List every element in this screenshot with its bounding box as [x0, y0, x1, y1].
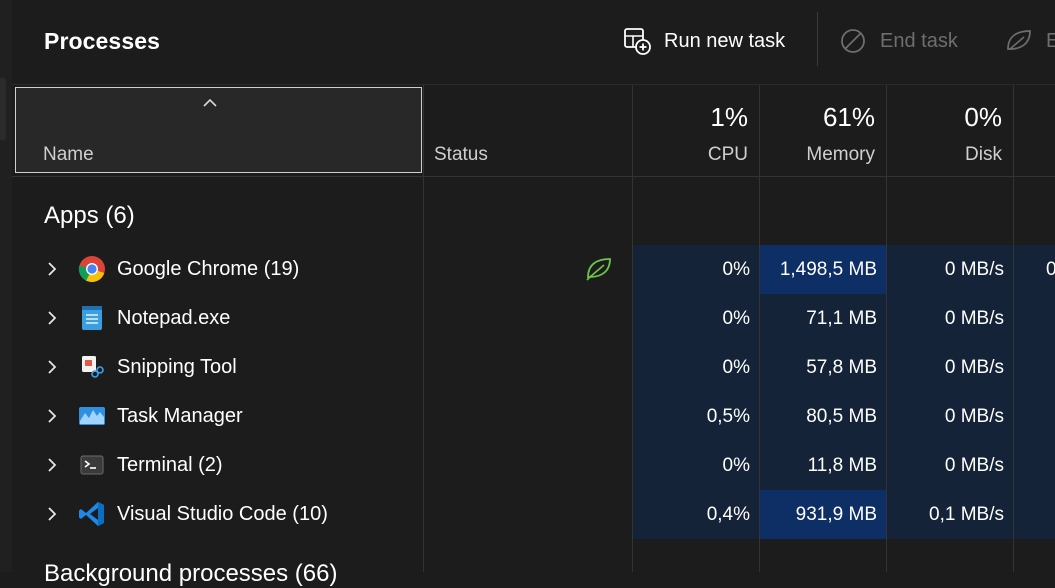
- disk-cell: 0 MB/s: [887, 343, 1014, 392]
- end-task-label: End task: [880, 29, 958, 52]
- nav-rail-indicator: [0, 78, 6, 140]
- column-header-name[interactable]: Name: [15, 87, 422, 173]
- memory-cell: 71,1 MB: [760, 294, 887, 343]
- efficiency-mode-label: E: [1046, 29, 1055, 52]
- run-new-task-label: Run new task: [664, 29, 786, 52]
- network-cell: [1014, 392, 1055, 441]
- expand-chevron-icon[interactable]: [46, 310, 58, 331]
- snipping-tool-icon: [78, 353, 106, 381]
- toolbar-separator: [817, 12, 818, 66]
- column-divider: [759, 85, 760, 572]
- run-new-task-icon: [622, 26, 652, 56]
- memory-cell: 1,498,5 MB: [760, 245, 887, 294]
- column-header-status[interactable]: Status: [434, 144, 488, 166]
- column-header-disk[interactable]: Disk: [887, 144, 1002, 166]
- expand-chevron-icon[interactable]: [46, 261, 58, 282]
- column-divider: [632, 85, 633, 572]
- process-name: Terminal (2): [117, 454, 223, 476]
- memory-total-value: 61%: [822, 102, 875, 132]
- column-header-memory[interactable]: Memory: [760, 144, 875, 166]
- column-header-name-label: Name: [43, 144, 94, 165]
- memory-cell: 80,5 MB: [760, 392, 887, 441]
- network-cell: [1014, 343, 1055, 392]
- end-task-icon: [838, 26, 868, 56]
- process-row[interactable]: Notepad.exe 0% 71,1 MB 0 MB/s: [12, 294, 1055, 343]
- disk-total-value: 0%: [964, 102, 1002, 132]
- column-header-cpu[interactable]: CPU: [633, 144, 748, 166]
- run-new-task-button[interactable]: Run new task: [622, 22, 785, 60]
- network-cell: [1014, 294, 1055, 343]
- memory-cell: 11,8 MB: [760, 441, 887, 490]
- cpu-total-value: 1%: [710, 102, 748, 132]
- nav-rail: [0, 0, 12, 572]
- task-manager-icon: [78, 402, 106, 430]
- disk-cell: 0,1 MB/s: [887, 490, 1014, 539]
- chrome-icon: [78, 255, 106, 283]
- end-task-button[interactable]: End task: [838, 22, 958, 60]
- disk-cell: 0 MB/s: [887, 245, 1014, 294]
- column-divider: [886, 85, 887, 572]
- process-name: Task Manager: [117, 405, 243, 427]
- process-name: Visual Studio Code (10): [117, 503, 328, 525]
- command-bar: Processes Run new task End task E: [12, 0, 1055, 85]
- process-row[interactable]: Google Chrome (19) 0% 1,498,5 MB 0 MB/s 0: [12, 245, 1055, 294]
- efficiency-leaf-icon: [584, 255, 614, 288]
- sort-ascending-icon: [202, 96, 218, 114]
- disk-cell: 0 MB/s: [887, 392, 1014, 441]
- disk-cell: 0 MB/s: [887, 441, 1014, 490]
- process-row[interactable]: Snipping Tool 0% 57,8 MB 0 MB/s: [12, 343, 1055, 392]
- efficiency-leaf-icon: [1004, 26, 1034, 56]
- efficiency-mode-button[interactable]: E: [1004, 22, 1055, 60]
- expand-chevron-icon[interactable]: [46, 457, 58, 478]
- cpu-cell: 0,5%: [633, 392, 760, 441]
- network-cell: 0: [1014, 245, 1055, 294]
- terminal-icon: [78, 451, 106, 479]
- process-row[interactable]: Visual Studio Code (10) 0,4% 931,9 MB 0,1 M…: [12, 490, 1055, 539]
- process-row[interactable]: Task Manager 0,5% 80,5 MB 0 MB/s: [12, 392, 1055, 441]
- disk-cell: 0 MB/s: [887, 294, 1014, 343]
- memory-cell: 931,9 MB: [760, 490, 887, 539]
- notepad-icon: [78, 304, 106, 332]
- group-title-apps: Apps (6): [44, 202, 135, 229]
- process-row[interactable]: Terminal (2) 0% 11,8 MB 0 MB/s: [12, 441, 1055, 490]
- expand-chevron-icon[interactable]: [46, 408, 58, 429]
- network-cell: [1014, 490, 1055, 539]
- cpu-cell: 0,4%: [633, 490, 760, 539]
- cpu-cell: 0%: [633, 343, 760, 392]
- column-divider: [1013, 85, 1014, 572]
- column-divider: [423, 85, 424, 572]
- page-title: Processes: [44, 28, 160, 54]
- network-cell: [1014, 441, 1055, 490]
- process-name: Google Chrome (19): [117, 258, 300, 280]
- cpu-cell: 0%: [633, 245, 760, 294]
- process-name: Snipping Tool: [117, 356, 237, 378]
- cpu-cell: 0%: [633, 294, 760, 343]
- vscode-icon: [78, 500, 106, 528]
- expand-chevron-icon[interactable]: [46, 359, 58, 380]
- memory-cell: 57,8 MB: [760, 343, 887, 392]
- cpu-cell: 0%: [633, 441, 760, 490]
- process-name: Notepad.exe: [117, 307, 231, 329]
- group-title-background: Background processes (66): [44, 560, 338, 587]
- expand-chevron-icon[interactable]: [46, 506, 58, 527]
